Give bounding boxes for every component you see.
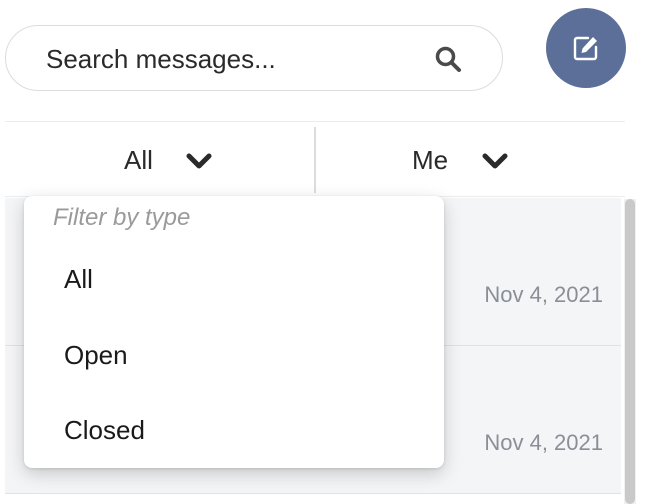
message-date: Nov 4, 2021 [484,282,603,307]
option-label: All [64,264,93,294]
dropdown-header: Filter by type [53,204,191,231]
type-filter-menu: Filter by type All Open Closed [24,196,444,468]
filter-option-all[interactable]: All [24,248,444,310]
filter-bar: All Me [5,121,625,197]
scrollbar-thumb[interactable] [625,199,635,504]
compose-button[interactable] [546,8,626,88]
chevron-down-icon [482,153,508,176]
edit-icon [573,36,598,61]
option-label: Closed [64,415,145,445]
scrollbar[interactable] [624,199,636,504]
filter-option-closed[interactable]: Closed [24,399,444,461]
type-filter-label: All [124,145,153,175]
owner-filter-label: Me [412,145,449,175]
owner-filter-dropdown[interactable]: Me [316,122,625,196]
search-bar [5,25,503,91]
search-icon[interactable] [434,45,462,73]
messages-panel: All Me Nov 4, 2021 Nov 4, 2021 [0,0,648,504]
message-date: Nov 4, 2021 [484,430,603,455]
filter-option-open[interactable]: Open [24,324,444,386]
type-filter-dropdown[interactable]: All [5,122,315,196]
chevron-down-icon [186,153,212,176]
option-label: Open [64,340,128,370]
search-input[interactable] [46,42,406,76]
